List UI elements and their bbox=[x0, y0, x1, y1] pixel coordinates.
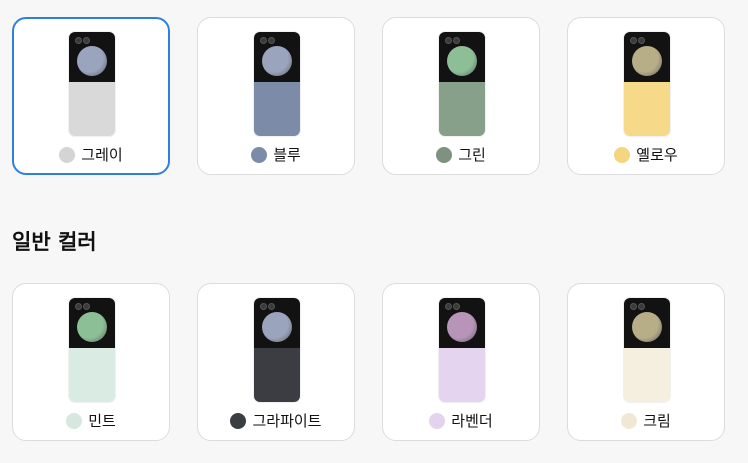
special-color-grid: 그레이 블루 그린 옐로우 bbox=[12, 17, 725, 175]
color-swatch bbox=[436, 146, 453, 163]
phone-image bbox=[624, 32, 670, 136]
color-name: 그레이 bbox=[81, 146, 123, 164]
color-option-blue[interactable]: 블루 bbox=[197, 17, 355, 175]
color-swatch bbox=[429, 412, 446, 429]
phone-image bbox=[439, 298, 485, 402]
phone-image bbox=[624, 298, 670, 402]
color-swatch bbox=[59, 146, 76, 163]
color-swatch bbox=[230, 412, 247, 429]
phone-image bbox=[69, 298, 115, 402]
color-name: 민트 bbox=[88, 412, 116, 430]
color-option-mint[interactable]: 민트 bbox=[12, 283, 170, 441]
section-title: 일반 컬러 bbox=[12, 230, 97, 254]
color-option-lavender[interactable]: 라벤더 bbox=[382, 283, 540, 441]
color-swatch bbox=[614, 146, 631, 163]
color-option-cream[interactable]: 크림 bbox=[567, 283, 725, 441]
color-option-graphite[interactable]: 그라파이트 bbox=[197, 283, 355, 441]
color-picker-page: 그레이 블루 그린 옐로우 일반 컬러 민트 그라파이트 라벤더 크림 bbox=[0, 0, 748, 463]
color-name: 그린 bbox=[458, 146, 486, 164]
phone-image bbox=[69, 32, 115, 136]
color-name: 옐로우 bbox=[636, 146, 678, 164]
color-name: 그라파이트 bbox=[252, 412, 322, 430]
regular-color-grid: 민트 그라파이트 라벤더 크림 bbox=[12, 283, 725, 441]
color-swatch bbox=[251, 146, 268, 163]
color-option-green[interactable]: 그린 bbox=[382, 17, 540, 175]
color-swatch bbox=[621, 412, 638, 429]
color-swatch bbox=[66, 412, 83, 429]
phone-image bbox=[439, 32, 485, 136]
phone-image bbox=[254, 32, 300, 136]
color-name: 블루 bbox=[273, 146, 301, 164]
color-name: 크림 bbox=[643, 412, 671, 430]
color-option-gray[interactable]: 그레이 bbox=[12, 17, 170, 175]
color-name: 라벤더 bbox=[451, 412, 493, 430]
phone-image bbox=[254, 298, 300, 402]
color-option-yellow[interactable]: 옐로우 bbox=[567, 17, 725, 175]
